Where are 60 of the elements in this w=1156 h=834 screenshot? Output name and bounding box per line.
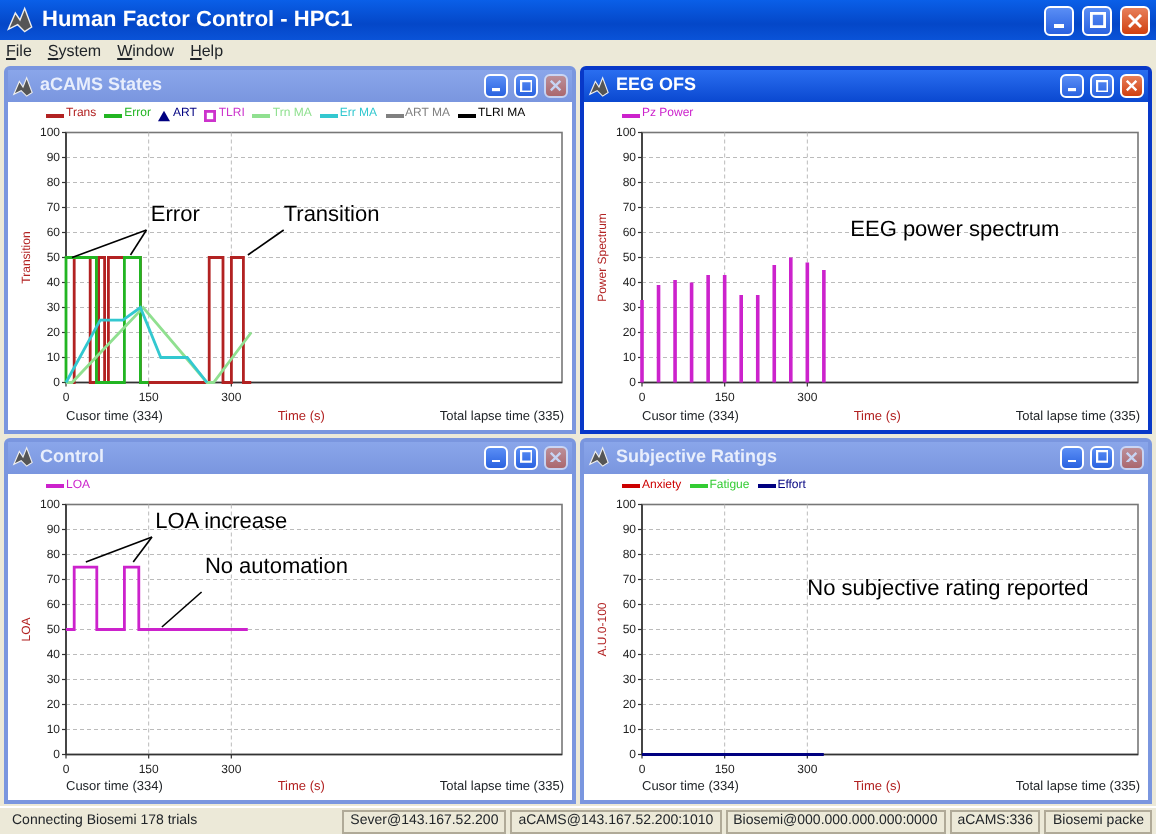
minimize-button[interactable] (484, 445, 508, 469)
minimize-icon (1068, 88, 1076, 92)
annotation-text: No subjective rating reported (807, 576, 1089, 601)
window-title: Human Factor Control - HPC1 (42, 5, 355, 36)
close-button[interactable] (1120, 74, 1144, 98)
menu-item[interactable]: Help (190, 40, 224, 64)
maximize-button[interactable] (514, 445, 538, 469)
maximize-icon (1095, 450, 1109, 464)
bar (772, 265, 777, 383)
close-button[interactable] (544, 445, 568, 469)
leader-line (161, 590, 203, 627)
close-icon (1128, 13, 1142, 27)
program-icon (12, 446, 34, 468)
window-title: aCAMS States (40, 72, 165, 99)
bar (689, 282, 694, 383)
minimize-button[interactable] (1060, 74, 1084, 98)
maximize-icon (1089, 12, 1105, 28)
close-icon (1126, 451, 1138, 463)
menu-item[interactable]: File (6, 40, 32, 64)
annotation-text: LOA increase (155, 508, 288, 533)
close-icon (550, 80, 562, 92)
program-icon (6, 6, 34, 34)
annotation-text: EEG power spectrum (850, 217, 1060, 242)
leader-line (247, 229, 285, 256)
bar (755, 295, 760, 383)
bar (656, 285, 661, 383)
close-icon (1126, 80, 1138, 92)
maximize-icon (519, 79, 533, 93)
minimize-icon (492, 459, 500, 463)
annotation-text: No automation (204, 553, 348, 578)
window-title: Control (40, 443, 106, 470)
close-icon (550, 451, 562, 463)
menu-item[interactable]: System (47, 40, 102, 64)
maximize-button[interactable] (514, 74, 538, 98)
menu-item[interactable]: Window (117, 40, 175, 64)
program-icon (588, 75, 610, 97)
minimize-icon (1054, 23, 1064, 27)
bar (722, 275, 727, 383)
minimize-icon (492, 88, 500, 92)
close-button[interactable] (1120, 5, 1150, 35)
legend-swatch-icon (204, 109, 217, 121)
annotation-text: Error (150, 202, 200, 227)
maximize-button[interactable] (1090, 74, 1114, 98)
window-title: EEG OFS (616, 72, 699, 99)
maximize-button[interactable] (1082, 5, 1112, 35)
program-icon (12, 75, 34, 97)
annotation-text: Transition (283, 202, 380, 227)
bar (805, 262, 810, 383)
minimize-button[interactable] (484, 74, 508, 98)
minimize-button[interactable] (1044, 5, 1074, 35)
close-button[interactable] (544, 74, 568, 98)
legend-swatch-icon (158, 109, 171, 121)
minimize-icon (1068, 459, 1076, 463)
maximize-icon (1095, 79, 1109, 93)
maximize-icon (519, 450, 533, 464)
window-title: Subjective Ratings (616, 443, 780, 470)
minimize-button[interactable] (1060, 445, 1084, 469)
program-icon (588, 446, 610, 468)
close-button[interactable] (1120, 445, 1144, 469)
maximize-button[interactable] (1090, 445, 1114, 469)
